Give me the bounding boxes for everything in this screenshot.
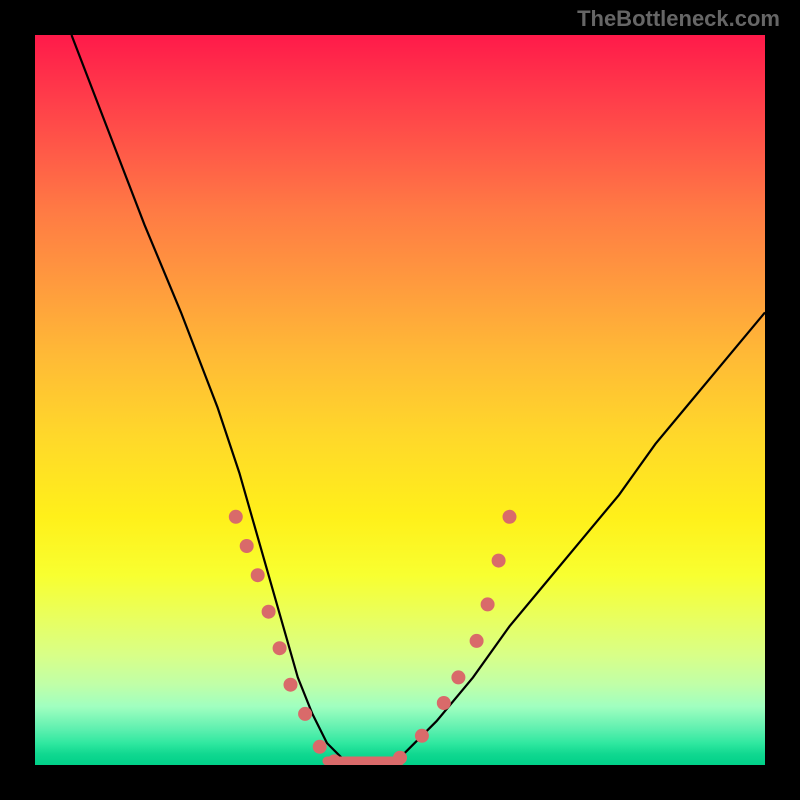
marker-dot [492, 554, 506, 568]
marker-dot [437, 696, 451, 710]
marker-dot [415, 729, 429, 743]
marker-dot [251, 568, 265, 582]
watermark-text: TheBottleneck.com [577, 6, 780, 32]
marker-dot [470, 634, 484, 648]
marker-dot [229, 510, 243, 524]
marker-dot [262, 605, 276, 619]
marker-dot [503, 510, 517, 524]
bottleneck-curve [72, 35, 766, 765]
marker-dot [284, 678, 298, 692]
marker-dot [240, 539, 254, 553]
curve-svg [35, 35, 765, 765]
marker-group [229, 510, 517, 765]
marker-dot [393, 751, 407, 765]
curve-group [72, 35, 766, 765]
marker-dot [298, 707, 312, 721]
marker-dot [481, 597, 495, 611]
marker-dot [273, 641, 287, 655]
marker-dot [313, 740, 327, 754]
plot-area [35, 35, 765, 765]
marker-dot [451, 670, 465, 684]
